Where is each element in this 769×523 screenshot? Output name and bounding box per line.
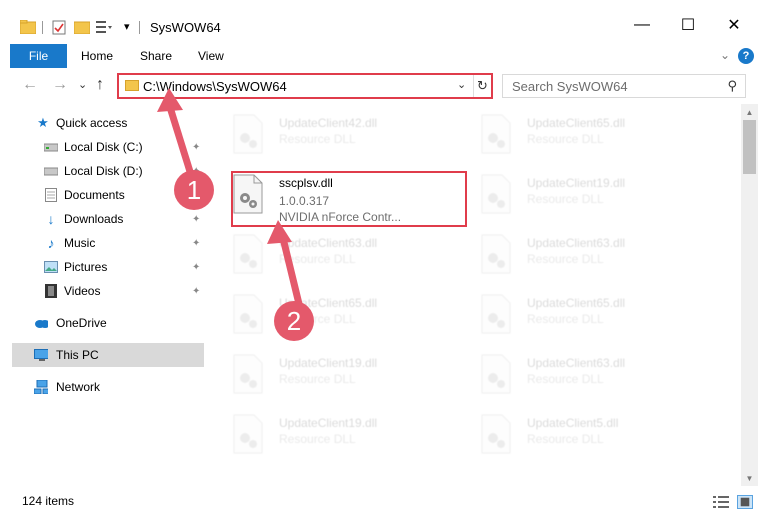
step-1-badge: 1 <box>174 170 214 210</box>
step-2-badge: 2 <box>274 301 314 341</box>
annotation-arrows <box>157 88 304 312</box>
